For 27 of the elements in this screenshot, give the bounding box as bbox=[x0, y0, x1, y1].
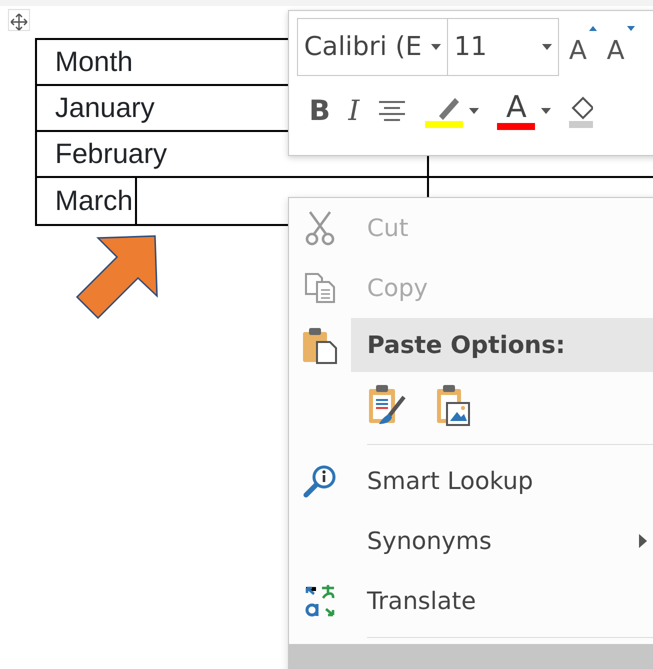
menu-item[interactable]: Synonyms bbox=[289, 511, 653, 571]
menu-header: Paste Options: bbox=[351, 318, 653, 372]
italic-button[interactable]: I bbox=[348, 90, 360, 132]
down-caret-icon bbox=[626, 26, 635, 30]
scissors-icon bbox=[304, 210, 336, 246]
menu-item[interactable]: Smart Lookup bbox=[289, 451, 653, 511]
paste-keep-formatting-button[interactable] bbox=[367, 383, 407, 427]
clipboard-icon bbox=[302, 326, 338, 364]
center-align-icon[interactable] bbox=[377, 100, 408, 122]
caret-icon[interactable] bbox=[541, 108, 552, 114]
menu-item[interactable]: Translate bbox=[289, 571, 653, 631]
grow-font-button[interactable]: A bbox=[569, 24, 597, 70]
caret-icon[interactable] bbox=[469, 108, 480, 114]
paste-picture-button[interactable] bbox=[435, 383, 471, 427]
font-name-field[interactable]: Calibri (E bbox=[297, 18, 448, 76]
table-cell: March bbox=[55, 178, 137, 224]
translate-icon bbox=[304, 584, 336, 618]
font-color-button[interactable]: A bbox=[497, 92, 552, 130]
caret-icon bbox=[431, 44, 441, 50]
caret-icon bbox=[542, 44, 552, 50]
magnifier-info-icon bbox=[303, 464, 337, 498]
font-size-field[interactable]: 11 bbox=[448, 18, 559, 76]
up-caret-icon bbox=[588, 26, 597, 30]
copy-icon bbox=[304, 272, 336, 304]
move-handle-icon[interactable] bbox=[8, 9, 30, 31]
shrink-font-button[interactable]: A bbox=[606, 24, 635, 70]
bold-button[interactable]: B bbox=[309, 90, 330, 132]
